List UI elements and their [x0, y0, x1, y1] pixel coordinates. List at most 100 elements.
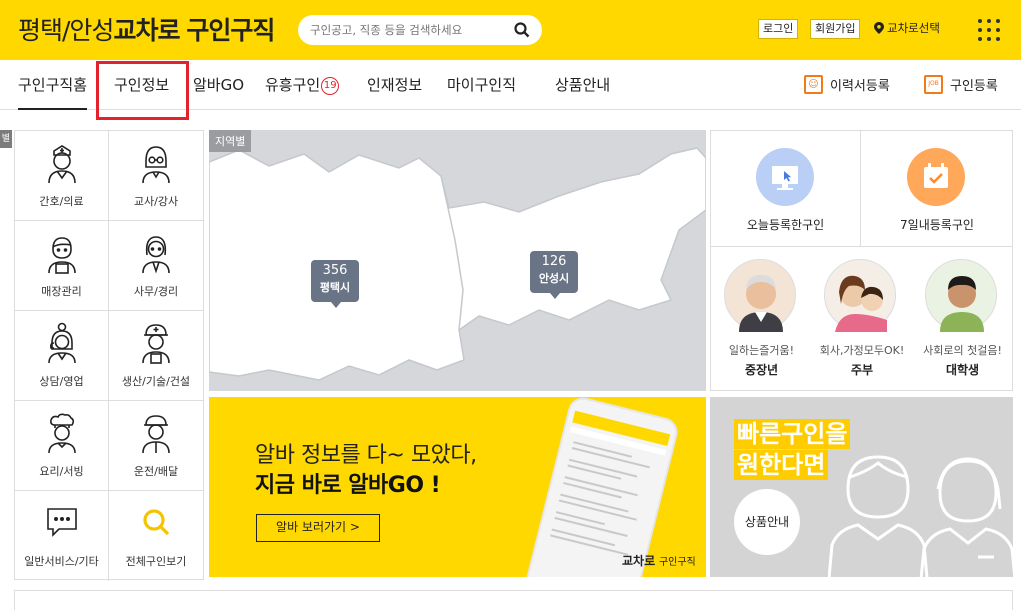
nav-my-job[interactable]: 마이구인직: [447, 74, 516, 96]
category-nurse[interactable]: 간호/의료: [15, 131, 109, 221]
phone-mockup-image: [523, 397, 678, 577]
target-middle-aged[interactable]: 일하는즐거움! 중장년: [711, 253, 812, 388]
region-marker-anseong[interactable]: 126 안성시: [530, 251, 578, 299]
category-office[interactable]: 사무/경리: [109, 221, 203, 311]
target-tagline: 사회로의 첫걸음!: [923, 344, 1002, 357]
map-region-tag: 지역별: [209, 130, 252, 152]
banner-brand-rest: 구인구직: [658, 557, 696, 568]
chef-icon: [48, 413, 76, 454]
map-shape: [209, 147, 706, 381]
week-jobs-link[interactable]: 7일내등록구인: [861, 131, 1013, 246]
logo-suffix: 구인구직: [186, 16, 275, 45]
category-label: 운전/배달: [133, 465, 179, 478]
category-grid: 간호/의료 교사/강사 매장관리 사무/경리 상담/영업 생산/기술/건설 요리…: [14, 130, 204, 581]
category-service[interactable]: 일반서비스/기타: [15, 491, 109, 581]
main-nav: 구인구직홈 구인정보 알바GO 유흥구인 19 인재정보 마이구인직 상품안내 ☺…: [0, 60, 1021, 120]
signup-button[interactable]: 회원가입: [810, 19, 861, 39]
region-count: 126: [541, 254, 567, 269]
category-cook[interactable]: 요리/서빙: [15, 401, 109, 491]
next-section-strip: [14, 590, 1013, 610]
banner-brand-bold: 교차로: [622, 554, 656, 568]
highlight-box: [96, 61, 189, 120]
nav-home[interactable]: 구인구직홈: [18, 74, 88, 110]
category-side-tab: 별: [0, 130, 12, 148]
nav-alba-go[interactable]: 알바GO: [193, 74, 244, 96]
category-label: 매장관리: [41, 285, 82, 298]
login-button[interactable]: 로그인: [758, 19, 799, 39]
search-icon[interactable]: [514, 22, 530, 38]
banner-subheadline: 지금 바로 알바GO !: [255, 473, 441, 498]
office-worker-icon: [142, 236, 170, 274]
search-icon: [143, 509, 170, 536]
category-teacher[interactable]: 교사/강사: [109, 131, 203, 221]
category-label: 간호/의료: [39, 195, 84, 208]
resume-register-label: 이력서등록: [830, 79, 890, 94]
location-label: 교차로선택: [887, 21, 940, 35]
logo-bold: 교차로: [113, 16, 180, 45]
recent-jobs-panel: 오늘등록한구인 7일내등록구인 일하는즐거움! 중장년 회사,가정모두OK! 주…: [710, 130, 1013, 391]
region-marker-pyeongtaek[interactable]: 356 평택시: [311, 260, 359, 308]
monitor-icon: [756, 148, 814, 206]
driver-icon: [142, 415, 170, 454]
target-name: 대학생: [945, 363, 980, 377]
region-map: 지역별 356 평택시 126 안성시: [209, 130, 706, 391]
product-info-button[interactable]: 상품안내: [734, 489, 800, 555]
avatar-senior: [724, 259, 796, 332]
people-outline-image: [828, 455, 1013, 577]
site-logo[interactable]: 평택/안성교차로 구인구직: [18, 11, 275, 47]
category-store[interactable]: 매장관리: [15, 221, 109, 311]
avatar-mother-child: [824, 259, 896, 332]
alba-go-banner[interactable]: 알바 정보를 다~ 모았다, 지금 바로 알바GO ! 알바 보러가기 > 교차…: [209, 397, 706, 577]
region-name: 평택시: [319, 281, 351, 294]
category-label: 상담/영업: [39, 375, 84, 388]
nav-products[interactable]: 상품안내: [555, 74, 610, 96]
job-doc-icon: JOB: [924, 75, 943, 94]
construction-worker-icon: [142, 324, 170, 364]
teacher-icon: [142, 146, 170, 184]
category-label: 요리/서빙: [39, 465, 84, 478]
category-label: 생산/기술/건설: [121, 375, 191, 388]
target-tagline: 회사,가정모두OK!: [819, 344, 905, 357]
region-name: 안성시: [538, 272, 570, 285]
nav-adult-jobs[interactable]: 유흥구인 19: [265, 74, 340, 96]
target-tagline: 일하는즐거움!: [728, 344, 795, 357]
today-jobs-link[interactable]: 오늘등록한구인: [711, 131, 860, 246]
nav-adult-jobs-label: 유흥구인: [265, 76, 321, 94]
search-box: [298, 15, 542, 45]
logo-prefix: 평택/안성: [18, 16, 114, 45]
apps-menu-icon[interactable]: [978, 19, 1000, 41]
category-driver[interactable]: 운전/배달: [109, 401, 203, 491]
category-consult[interactable]: 상담/영업: [15, 311, 109, 401]
today-jobs-label: 오늘등록한구인: [746, 218, 825, 232]
avatar-student: [925, 259, 997, 332]
consultant-icon: [48, 322, 76, 364]
age-19-badge: 19: [321, 77, 340, 95]
promo-line1: 빠른구인을: [734, 419, 851, 449]
resume-register-link[interactable]: ☺ 이력서등록: [804, 75, 890, 94]
category-label: 일반서비스/기타: [24, 555, 99, 568]
promo-line2: 원한다면: [734, 450, 829, 480]
banner-brand: 교차로 구인구직: [622, 552, 696, 569]
target-name: 중장년: [744, 363, 779, 377]
nav-talent-info[interactable]: 인재정보: [367, 74, 422, 96]
job-register-link[interactable]: JOB 구인등록: [924, 75, 998, 94]
search-input[interactable]: [310, 21, 500, 39]
target-student[interactable]: 사회로의 첫걸음! 대학생: [912, 253, 1013, 388]
category-label: 전체구인보기: [125, 555, 187, 568]
category-construction[interactable]: 생산/기술/건설: [109, 311, 203, 401]
location-select[interactable]: 교차로선택: [874, 20, 940, 36]
alba-go-button[interactable]: 알바 보러가기 >: [256, 514, 380, 542]
promo-headline: 빠른구인을 원한다면: [734, 419, 851, 481]
top-bar: 평택/안성교차로 구인구직 로그인 회원가입 교차로선택: [0, 0, 1021, 60]
week-jobs-label: 7일내등록구인: [900, 218, 974, 232]
target-housewife[interactable]: 회사,가정모두OK! 주부: [812, 253, 912, 388]
location-pin-icon: [874, 22, 884, 34]
region-count: 356: [322, 263, 348, 278]
quick-hire-promo[interactable]: 빠른구인을 원한다면 상품안내: [710, 397, 1013, 577]
category-all[interactable]: 전체구인보기: [109, 491, 203, 581]
store-manager-icon: [48, 237, 76, 274]
calendar-icon: [907, 148, 965, 206]
job-register-label: 구인등록: [950, 79, 998, 94]
banner-headline: 알바 정보를 다~ 모았다,: [255, 443, 477, 468]
resume-icon: ☺: [804, 75, 823, 94]
